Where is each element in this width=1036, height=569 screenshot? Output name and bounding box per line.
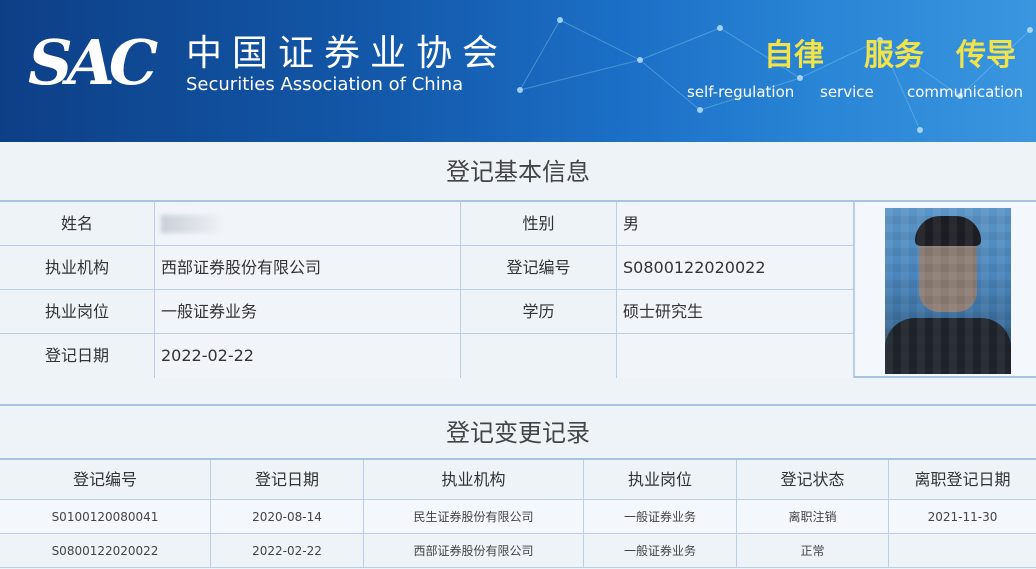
basic-info-title: 登记基本信息	[0, 150, 1036, 198]
blurred-name	[161, 215, 221, 233]
photo-mosaic-overlay	[885, 208, 1011, 374]
cell-position: 一般证券业务	[584, 534, 737, 568]
cell-reg-no: S0100120080041	[0, 500, 211, 534]
cell-status: 离职注销	[737, 500, 889, 534]
name-label: 姓名	[0, 202, 155, 246]
empty-value	[617, 334, 854, 378]
gender-value: 男	[617, 202, 854, 246]
reg-no-label: 登记编号	[461, 246, 617, 290]
cell-leave-date: 2021-11-30	[889, 500, 1036, 534]
slogan-service-en: service	[820, 83, 874, 101]
change-records-table: 登记编号 登记日期 执业机构 执业岗位 登记状态 离职登记日期 S0100120…	[0, 458, 1036, 569]
slogan-service-cn: 服务	[864, 38, 924, 73]
cell-position: 一般证券业务	[584, 500, 737, 534]
empty-label	[461, 334, 617, 378]
cell-status: 正常	[737, 534, 889, 568]
col-header-reg-date: 登记日期	[211, 460, 364, 500]
cell-reg-date: 2022-02-22	[211, 534, 364, 568]
cell-reg-date: 2020-08-14	[211, 500, 364, 534]
slogan-communication-en: communication	[907, 83, 1024, 101]
change-records-title: 登记变更记录	[0, 404, 1036, 458]
col-header-status: 登记状态	[737, 460, 889, 500]
gender-label: 性别	[461, 202, 617, 246]
col-header-org: 执业机构	[364, 460, 584, 500]
name-value	[155, 202, 461, 246]
edu-value: 硕士研究生	[617, 290, 854, 334]
org-name-cn: 中国证券业协会	[186, 33, 509, 74]
org-value: 西部证券股份有限公司	[155, 246, 461, 290]
position-label: 执业岗位	[0, 290, 155, 334]
slogan-communication-cn: 传导	[956, 38, 1016, 73]
sac-logo: SAC	[28, 26, 158, 99]
reg-date-label: 登记日期	[0, 334, 155, 378]
position-value: 一般证券业务	[155, 290, 461, 334]
cell-leave-date	[889, 534, 1036, 568]
header-banner: SAC 中国证券业协会 Securities Association of Ch…	[0, 0, 1036, 142]
reg-date-value: 2022-02-22	[155, 334, 461, 378]
col-header-leave-date: 离职登记日期	[889, 460, 1036, 500]
slogan-self-regulation-cn: 自律	[764, 38, 824, 73]
profile-photo	[885, 208, 1011, 374]
edu-label: 学历	[461, 290, 617, 334]
slogan-self-regulation-en: self-regulation	[687, 83, 795, 101]
photo-cell	[854, 202, 1036, 376]
col-header-reg-no: 登记编号	[0, 460, 211, 500]
reg-no-value: S0800122020022	[617, 246, 854, 290]
org-name-en: Securities Association of China	[186, 74, 464, 95]
basic-info-table: 姓名 性别 男 执业机构 西部证券股份有限公司 登记编号 S0800122020…	[0, 200, 1036, 378]
col-header-position: 执业岗位	[584, 460, 737, 500]
org-label: 执业机构	[0, 246, 155, 290]
cell-org: 西部证券股份有限公司	[364, 534, 584, 568]
cell-org: 民生证券股份有限公司	[364, 500, 584, 534]
cell-reg-no: S0800122020022	[0, 534, 211, 568]
